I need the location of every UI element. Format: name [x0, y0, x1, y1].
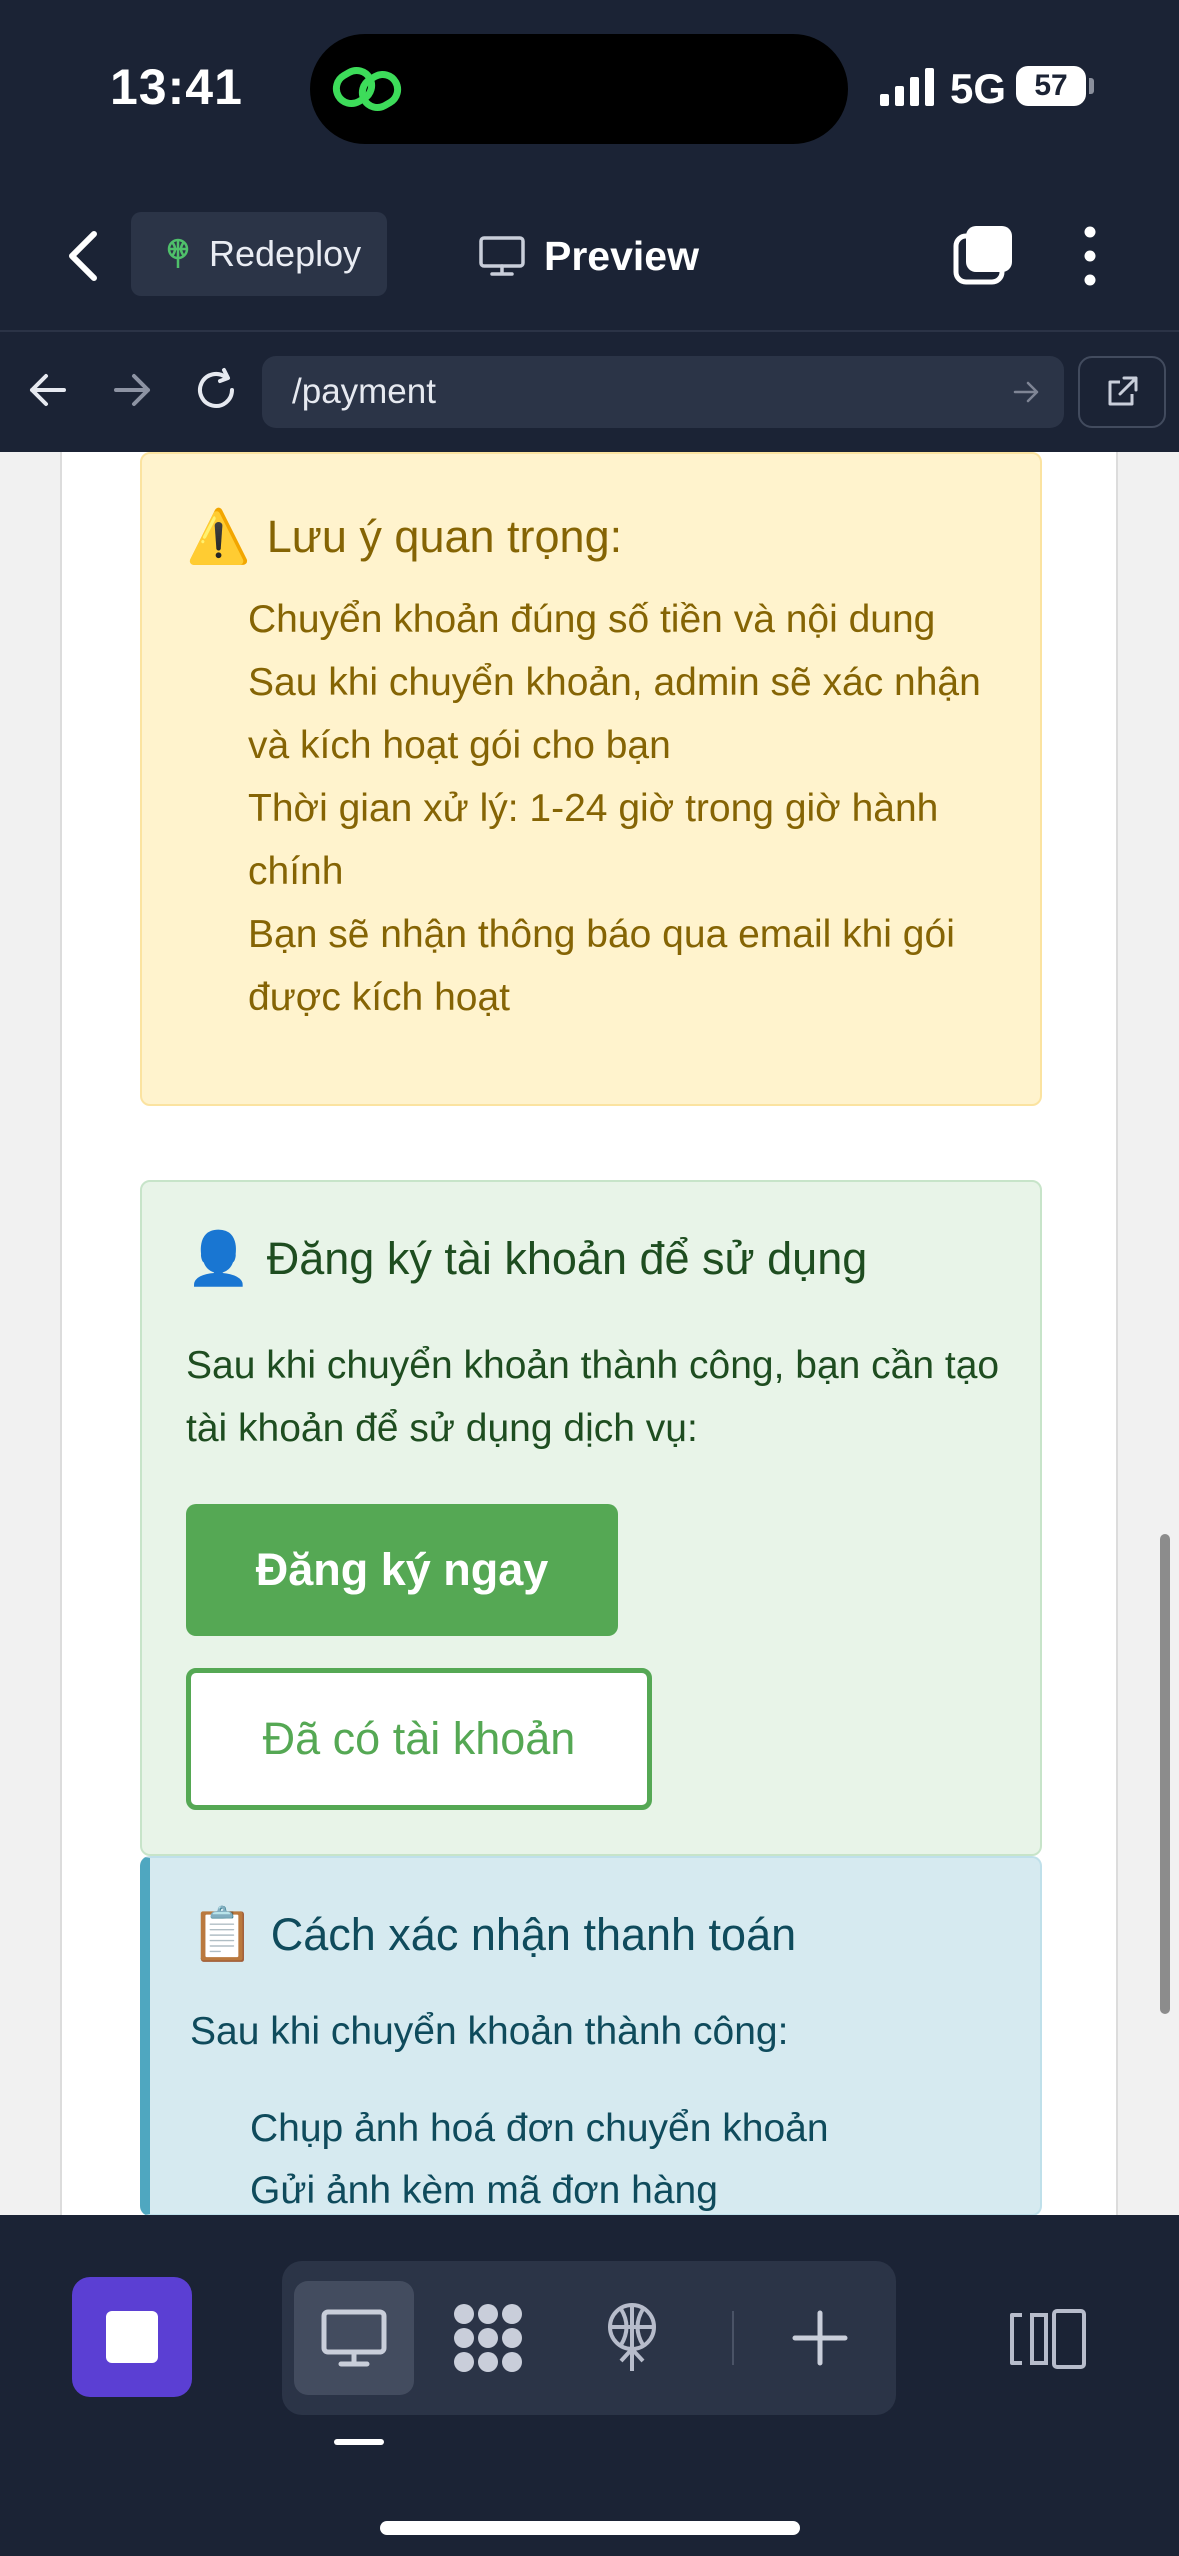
app-toolbar: Redeploy Preview: [0, 180, 1179, 330]
view-switcher: [282, 2261, 896, 2415]
web-content[interactable]: ⚠️ Lưu ý quan trọng: Chuyển khoản đúng s…: [0, 452, 1179, 2215]
register-title: 👤 Đăng ký tài khoản để sử dụng: [186, 1228, 867, 1289]
scroll-indicator[interactable]: [1160, 1534, 1170, 2014]
confirm-description: Sau khi chuyển khoản thành công:: [190, 2010, 789, 2053]
confirm-list: Chụp ảnh hoá đơn chuyển khoản Gửi ảnh kè…: [250, 2098, 829, 2215]
list-item: Chụp ảnh hoá đơn chuyển khoản: [250, 2107, 829, 2150]
home-indicator[interactable]: [380, 2521, 800, 2535]
dynamic-island: [310, 34, 848, 144]
list-item: Bạn sẽ nhận thông báo qua email khi gói …: [248, 913, 955, 1019]
grid-icon: [454, 2304, 522, 2372]
url-bar: /payment: [0, 330, 1179, 452]
external-link-icon: [1108, 376, 1138, 406]
warning-title-text: Lưu ý quan trọng:: [266, 510, 623, 562]
url-input[interactable]: /payment: [262, 356, 1064, 428]
url-text: /payment: [292, 372, 436, 411]
battery-icon: 57: [1016, 66, 1086, 106]
user-icon: 👤: [186, 1230, 251, 1288]
plus-icon: [792, 2310, 848, 2366]
list-item: Thời gian xử lý: 1-24 giờ trong giờ hành…: [248, 787, 939, 893]
register-now-button[interactable]: Đăng ký ngay: [186, 1504, 618, 1636]
register-description: Sau khi chuyển khoản thành công, bạn cần…: [186, 1344, 1000, 1450]
reload-icon[interactable]: [188, 362, 244, 418]
payment-card: ⚠️ Lưu ý quan trọng: Chuyển khoản đúng s…: [60, 452, 1118, 2215]
confirm-title-text: Cách xác nhận thanh toán: [270, 1908, 797, 1960]
battery-tip: [1089, 78, 1094, 94]
warning-box: ⚠️ Lưu ý quan trọng: Chuyển khoản đúng s…: [140, 452, 1042, 1106]
monitor-icon: [479, 236, 525, 276]
have-account-button[interactable]: Đã có tài khoản: [186, 1668, 652, 1810]
warning-title: ⚠️ Lưu ý quan trọng:: [186, 506, 622, 567]
active-tab-indicator: [334, 2439, 384, 2445]
status-bar: 13:41 5G 57: [0, 0, 1179, 180]
antenna-icon: [167, 238, 189, 268]
dock-deploy-button[interactable]: [572, 2281, 692, 2395]
arrow-forward-icon[interactable]: [104, 362, 160, 418]
dock-add-button[interactable]: [760, 2281, 880, 2395]
sidebar-toggle-icon[interactable]: [1008, 2307, 1088, 2371]
antenna-icon: [608, 2303, 656, 2371]
redeploy-label: Redeploy: [209, 233, 362, 274]
dock-workspace-button[interactable]: [428, 2281, 548, 2395]
network-label: 5G: [950, 65, 1007, 112]
preview-label: Preview: [544, 232, 699, 279]
confirm-payment-box: 📋 Cách xác nhận thanh toán Sau khi chuyể…: [140, 1856, 1042, 2215]
preview-tab[interactable]: Preview: [478, 228, 699, 284]
more-options-icon[interactable]: [1070, 224, 1110, 288]
open-external-button[interactable]: [1078, 356, 1166, 428]
list-item: Sau khi chuyển khoản, admin sẽ xác nhận …: [248, 661, 981, 767]
monitor-icon: [321, 2309, 387, 2367]
confirm-title: 📋 Cách xác nhận thanh toán: [190, 1904, 796, 1965]
arrow-back-icon[interactable]: [20, 362, 76, 418]
dock-preview-button[interactable]: [294, 2281, 414, 2395]
register-title-text: Đăng ký tài khoản để sử dụng: [266, 1232, 868, 1284]
register-box: 👤 Đăng ký tài khoản để sử dụng Sau khi c…: [140, 1180, 1042, 1856]
list-item: Gửi ảnh kèm mã đơn hàng: [250, 2169, 718, 2212]
bottom-dock: [0, 2215, 1179, 2556]
warning-list: Chuyển khoản đúng số tiền và nội dung Sa…: [248, 588, 1018, 1029]
clipboard-icon: 📋: [190, 1906, 255, 1964]
dock-separator: [732, 2311, 734, 2365]
link-icon: [332, 67, 402, 111]
signal-icon: [880, 68, 934, 106]
list-item: Chuyển khoản đúng số tiền và nội dung: [248, 598, 936, 641]
redeploy-button[interactable]: Redeploy: [131, 212, 387, 296]
tabs-icon[interactable]: [952, 224, 1014, 286]
stop-icon: [106, 2311, 158, 2363]
stop-button[interactable]: [72, 2277, 192, 2397]
warning-icon: ⚠️: [186, 508, 251, 566]
chevron-left-icon[interactable]: [62, 228, 106, 284]
status-time: 13:41: [110, 59, 243, 115]
arrow-go-icon[interactable]: [1010, 376, 1042, 408]
